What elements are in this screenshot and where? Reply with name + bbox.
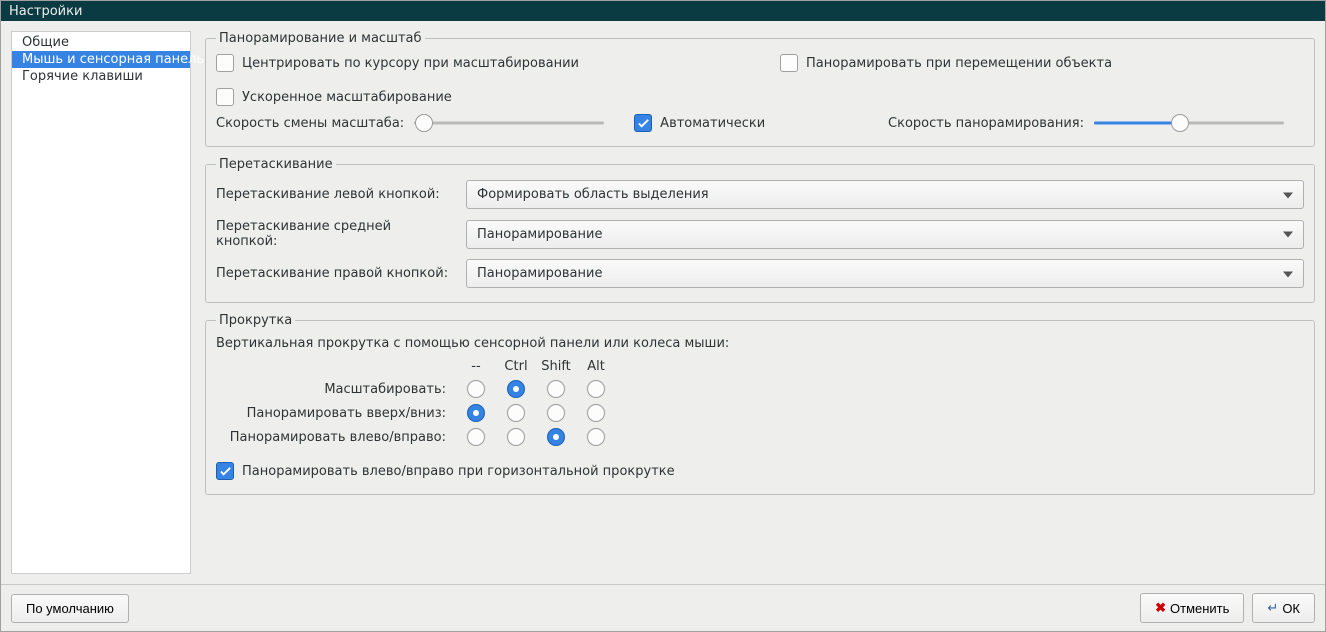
label-drag-left: Перетаскивание левой кнопкой: xyxy=(216,187,456,202)
ok-button-label: ОК xyxy=(1282,601,1300,616)
col-alt: Alt xyxy=(576,359,616,374)
ok-button[interactable]: ↵ ОК xyxy=(1252,593,1315,623)
scroll-description: Вертикальная прокрутка с помощью сенсорн… xyxy=(216,336,1304,351)
radio-panlr-alt[interactable] xyxy=(587,428,605,446)
label-drag-right: Перетаскивание правой кнопкой: xyxy=(216,266,456,281)
radio-panlr-shift[interactable] xyxy=(547,428,565,446)
dropdown-drag-right-value: Панорамирование xyxy=(477,266,602,281)
sidebar-item-hotkeys[interactable]: Горячие клавиши xyxy=(12,68,190,85)
label-zoom-speed: Скорость смены масштаба: xyxy=(216,116,404,131)
sidebar-item-general[interactable]: Общие xyxy=(12,34,190,51)
footer: По умолчанию ✖ Отменить ↵ ОК xyxy=(1,584,1325,631)
checkbox-auto-zoom-speed[interactable] xyxy=(634,114,652,132)
checkbox-pan-while-moving[interactable] xyxy=(780,54,798,72)
radio-panud-alt[interactable] xyxy=(587,404,605,422)
dropdown-drag-right[interactable]: Панорамирование xyxy=(466,259,1304,288)
dropdown-drag-left-value: Формировать область выделения xyxy=(477,187,709,202)
radio-zoom-shift[interactable] xyxy=(547,380,565,398)
titlebar: Настройки xyxy=(1,1,1325,21)
group-drag: Перетаскивание Перетаскивание левой кноп… xyxy=(205,157,1315,303)
radio-panud-none[interactable] xyxy=(467,404,485,422)
sidebar-item-mouse-touchpad[interactable]: Мышь и сенсорная панель xyxy=(12,51,190,68)
row-panlr-label: Панорамировать влево/вправо: xyxy=(216,430,456,445)
chevron-down-icon xyxy=(1283,266,1293,281)
col-none: -- xyxy=(456,359,496,374)
cancel-button-label: Отменить xyxy=(1170,601,1229,616)
radio-panlr-ctrl[interactable] xyxy=(507,428,525,446)
window-title: Настройки xyxy=(9,4,82,19)
radio-zoom-alt[interactable] xyxy=(587,380,605,398)
defaults-button[interactable]: По умолчанию xyxy=(11,594,129,623)
col-shift: Shift xyxy=(536,359,576,374)
row-panud-label: Панорамировать вверх/вниз: xyxy=(216,406,456,421)
legend-scroll: Прокрутка xyxy=(216,313,295,328)
checkbox-fast-zoom[interactable] xyxy=(216,88,234,106)
dropdown-drag-middle-value: Панорамирование xyxy=(477,227,602,242)
slider-zoom-speed-thumb[interactable] xyxy=(415,114,433,132)
label-center-on-cursor: Центрировать по курсору при масштабирова… xyxy=(242,56,579,71)
group-scroll: Прокрутка Вертикальная прокрутка с помощ… xyxy=(205,313,1315,495)
legend-pan-zoom: Панорамирование и масштаб xyxy=(216,31,425,46)
radio-zoom-none[interactable] xyxy=(467,380,485,398)
dropdown-drag-middle[interactable]: Панорамирование xyxy=(466,220,1304,249)
label-fast-zoom: Ускоренное масштабирование xyxy=(242,90,452,105)
defaults-button-label: По умолчанию xyxy=(26,601,114,616)
radio-zoom-ctrl[interactable] xyxy=(507,380,525,398)
chevron-down-icon xyxy=(1283,187,1293,202)
cancel-button[interactable]: ✖ Отменить xyxy=(1140,593,1244,623)
radio-panud-ctrl[interactable] xyxy=(507,404,525,422)
label-horiz-pan: Панорамировать влево/вправо при горизонт… xyxy=(242,464,675,479)
slider-zoom-speed[interactable] xyxy=(414,114,604,132)
chevron-down-icon xyxy=(1283,227,1293,242)
label-drag-middle: Перетаскивание средней кнопкой: xyxy=(216,219,456,249)
legend-drag: Перетаскивание xyxy=(216,157,336,172)
label-pan-speed: Скорость панорамирования: xyxy=(888,116,1084,131)
checkbox-center-on-cursor[interactable] xyxy=(216,54,234,72)
slider-pan-speed[interactable] xyxy=(1094,114,1284,132)
radio-panlr-none[interactable] xyxy=(467,428,485,446)
row-zoom-label: Масштабировать: xyxy=(216,382,456,397)
label-pan-while-moving: Панорамировать при перемещении объекта xyxy=(806,56,1112,71)
ok-icon: ↵ xyxy=(1267,600,1278,616)
radio-panud-shift[interactable] xyxy=(547,404,565,422)
dropdown-drag-left[interactable]: Формировать область выделения xyxy=(466,180,1304,209)
sidebar: Общие Мышь и сенсорная панель Горячие кл… xyxy=(11,31,191,574)
group-pan-zoom: Панорамирование и масштаб Центрировать п… xyxy=(205,31,1315,147)
label-auto-zoom-speed: Автоматически xyxy=(660,116,765,131)
col-ctrl: Ctrl xyxy=(496,359,536,374)
checkbox-horiz-pan[interactable] xyxy=(216,462,234,480)
slider-pan-speed-thumb[interactable] xyxy=(1171,114,1189,132)
cancel-icon: ✖ xyxy=(1155,600,1166,616)
